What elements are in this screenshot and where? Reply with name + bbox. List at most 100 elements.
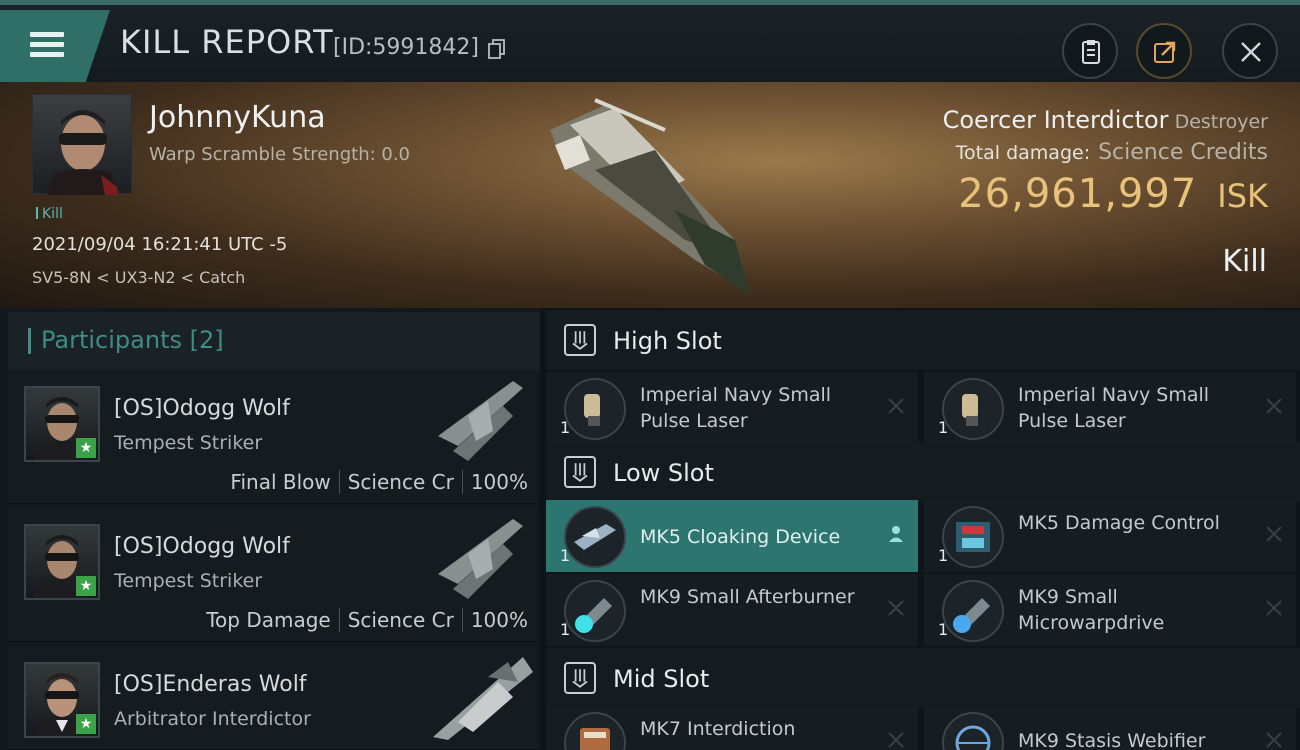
header-bar: KILL REPORT [ID:5991842] <box>0 0 1300 82</box>
stat-divider <box>461 470 463 494</box>
share-button[interactable] <box>1136 23 1192 79</box>
pulse-laser-icon <box>942 378 1004 440</box>
participant-avatar[interactable]: ★ <box>24 662 100 738</box>
menu-icon-line <box>30 52 64 57</box>
module-name: MK5 Cloaking Device <box>640 526 841 548</box>
mid-slot-header: Mid Slot <box>546 648 1300 708</box>
menu-icon-line <box>30 42 64 47</box>
module-item[interactable]: 1 MK5 Damage Control <box>924 500 1296 572</box>
section-marker <box>28 328 31 354</box>
menu-icon <box>30 32 64 37</box>
ship-thumbnail-icon <box>433 657 533 740</box>
interdiction-icon <box>564 712 626 750</box>
module-quantity: 1 <box>938 546 949 565</box>
participant-role: Final Blow <box>230 470 331 494</box>
close-button[interactable] <box>1222 23 1278 79</box>
participant-row[interactable]: ★ [OS]Enderas Wolf Arbitrator Interdicto… <box>8 646 538 750</box>
ship-thumbnail-icon <box>438 519 523 599</box>
pulse-laser-icon <box>564 378 626 440</box>
participant-name[interactable]: [OS]Odogg Wolf <box>114 396 290 421</box>
participant-ship: Arbitrator Interdictor <box>114 708 311 730</box>
participant-stats: Top Damage Science Cr 100% <box>206 608 528 632</box>
ship-thumbnail-icon <box>438 381 523 461</box>
destroyed-x-icon <box>1266 732 1282 748</box>
high-slot-label: High Slot <box>613 327 722 355</box>
stat-divider <box>461 608 463 632</box>
ship-summary: Coercer Interdictor Destroyer Total damag… <box>943 106 1268 217</box>
module-quantity: 1 <box>938 418 949 437</box>
module-item-selected[interactable]: 1 MK5 Cloaking Device <box>546 500 918 572</box>
fitting-panel: High Slot 1 Imperial Navy Small Pulse La… <box>540 308 1300 750</box>
copy-icon[interactable] <box>488 39 506 59</box>
module-name: MK5 Damage Control <box>1018 512 1220 534</box>
participant-stats: Final Blow Science Cr 100% <box>230 470 528 494</box>
participants-panel: Participants [2] ★ [OS]Odogg Wolf Tempes… <box>0 308 540 750</box>
character-portrait-icon <box>47 110 119 195</box>
total-damage-label: Total damage: <box>955 142 1091 164</box>
total-damage-value: Science Credits <box>1098 140 1268 165</box>
module-item[interactable]: 1 MK9 Small Microwarpdrive <box>924 574 1296 646</box>
module-quantity: 1 <box>560 418 571 437</box>
report-id: [ID:5991842] <box>333 35 479 60</box>
participant-ship: Tempest Striker <box>114 570 263 592</box>
participant-row[interactable]: ★ [OS]Odogg Wolf Tempest Striker Final B… <box>8 370 538 504</box>
module-item[interactable]: MK9 Stasis Webifier <box>924 706 1296 750</box>
module-item[interactable]: 1 MK9 Small Afterburner <box>546 574 918 646</box>
module-item[interactable]: 1 Imperial Navy Small Pulse Laser <box>546 372 918 444</box>
afterburner-icon <box>564 580 626 642</box>
kill-timestamp: 2021/09/04 16:21:41 UTC -5 <box>32 234 288 255</box>
destroyed-x-icon <box>888 600 904 616</box>
stat-divider <box>338 608 340 632</box>
star-icon: ★ <box>76 714 96 734</box>
clipboard-button[interactable] <box>1062 23 1118 79</box>
star-icon: ★ <box>76 438 96 458</box>
participant-name[interactable]: [OS]Odogg Wolf <box>114 534 290 559</box>
microwarpdrive-icon <box>942 580 1004 642</box>
module-name: MK9 Small Afterburner <box>640 586 855 608</box>
high-slot-header: High Slot <box>546 310 1300 370</box>
page-title: KILL REPORT <box>120 23 334 61</box>
participant-row[interactable]: ★ [OS]Odogg Wolf Tempest Striker Top Dam… <box>8 508 538 642</box>
participant-name[interactable]: [OS]Enderas Wolf <box>114 672 307 697</box>
module-name: MK9 Stasis Webifier <box>1018 730 1206 750</box>
destroyed-x-icon <box>1266 398 1282 414</box>
victim-avatar[interactable] <box>32 94 132 195</box>
kill-result: Kill <box>1222 244 1267 279</box>
isk-unit: ISK <box>1217 177 1268 215</box>
participant-role: Top Damage <box>206 608 331 632</box>
destroyed-x-icon <box>888 732 904 748</box>
close-icon <box>1241 42 1261 62</box>
module-item[interactable]: 1 Imperial Navy Small Pulse Laser <box>924 372 1296 444</box>
kill-location-route: SV5-8N < UX3-N2 < Catch <box>32 268 246 287</box>
destroyed-x-icon <box>888 398 904 414</box>
mid-slot-icon <box>564 662 596 694</box>
stasis-webifier-icon <box>942 712 1004 750</box>
destroyed-x-icon <box>1266 600 1282 616</box>
menu-button[interactable] <box>0 10 110 82</box>
participant-avatar[interactable]: ★ <box>24 524 100 600</box>
cloaking-device-icon <box>564 506 626 568</box>
stat-divider <box>338 470 340 494</box>
destroyed-x-icon <box>1266 526 1282 542</box>
star-icon: ★ <box>76 576 96 596</box>
warp-scramble-strength: Warp Scramble Strength: 0.0 <box>149 144 411 165</box>
module-name: Imperial Navy Small Pulse Laser <box>1018 384 1210 432</box>
participants-header: Participants [2] <box>8 312 540 370</box>
participants-label: Participants <box>41 326 182 354</box>
participant-percent: 100% <box>470 608 528 632</box>
high-slot-icon <box>564 324 596 356</box>
module-item[interactable]: MK7 Interdiction <box>546 706 918 750</box>
module-quantity: 1 <box>560 546 571 565</box>
clipboard-icon <box>1082 40 1100 64</box>
share-icon <box>1154 41 1176 63</box>
victim-name[interactable]: JohnnyKuna <box>149 100 326 135</box>
participant-avatar[interactable]: ★ <box>24 386 100 462</box>
ship-class: Destroyer <box>1174 111 1268 133</box>
module-name: Imperial Navy Small Pulse Laser <box>640 384 832 432</box>
low-slot-icon <box>564 456 596 488</box>
ship-name[interactable]: Coercer Interdictor <box>943 106 1169 134</box>
person-icon <box>889 526 903 542</box>
damage-control-icon <box>942 506 1004 568</box>
participant-damage: Science Cr <box>347 470 454 494</box>
participant-percent: 100% <box>470 470 528 494</box>
